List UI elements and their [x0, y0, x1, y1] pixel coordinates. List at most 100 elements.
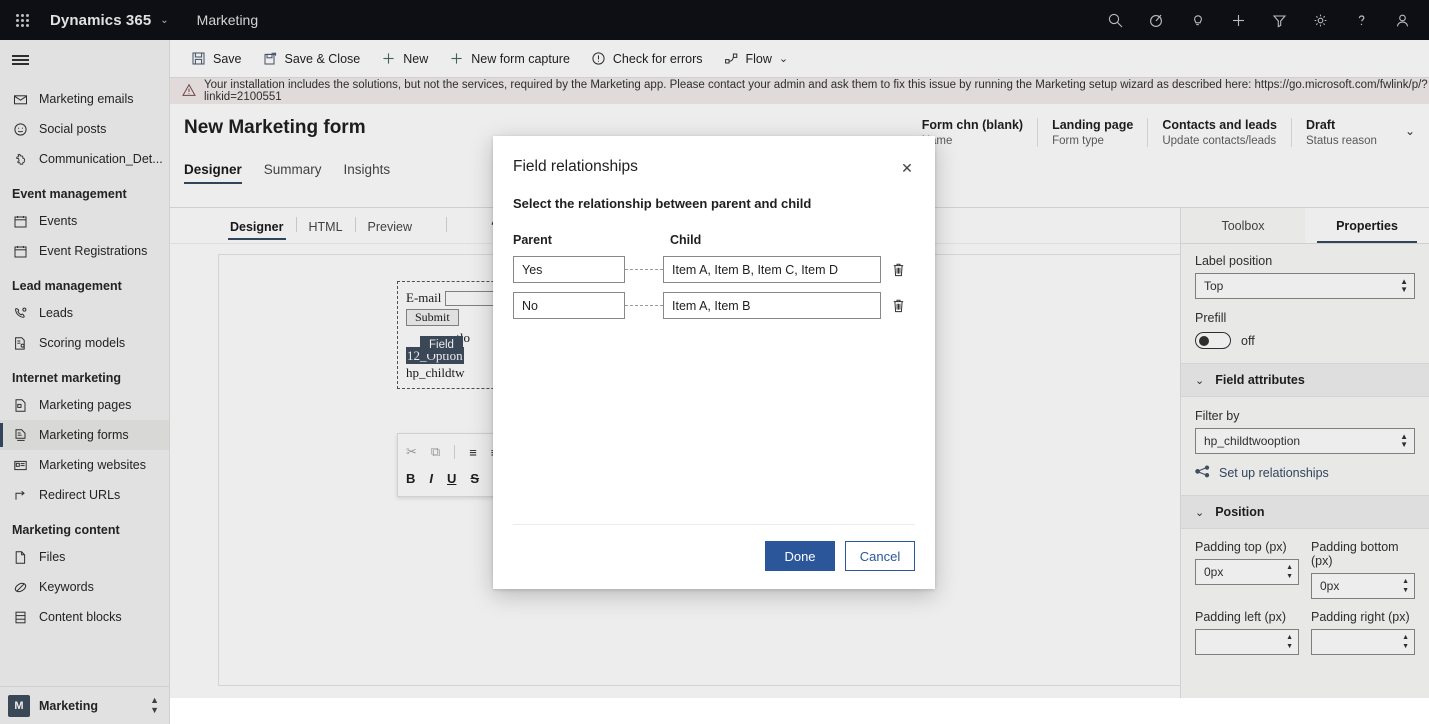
waffle-icon[interactable] [0, 0, 44, 40]
divider [295, 217, 297, 232]
trash-icon[interactable] [881, 262, 915, 278]
field-relationships-dialog[interactable]: Field relationships ✕ Select the relatio… [493, 136, 935, 589]
copy-icon[interactable]: ⧉ [431, 444, 440, 460]
dialog-body: Parent Child Yes Item A, Item B, Item C,… [493, 211, 935, 524]
warning-triangle-icon [182, 83, 196, 100]
gear-icon[interactable] [1300, 0, 1341, 40]
check-for-errors-button[interactable]: Check for errors [582, 44, 712, 74]
close-icon[interactable]: ✕ [893, 154, 921, 182]
parent-value-input[interactable]: No [513, 292, 625, 319]
trash-icon[interactable] [881, 298, 915, 314]
align-left-icon[interactable]: ≡ [469, 445, 477, 460]
area-switcher[interactable]: M Marketing ▲ ▼ [0, 686, 169, 724]
lightbulb-icon[interactable] [1177, 0, 1218, 40]
submit-button[interactable]: Submit [406, 309, 459, 326]
save-button[interactable]: Save [182, 44, 251, 74]
padding-bottom-value: 0px [1320, 579, 1340, 593]
plus-icon[interactable] [1218, 0, 1259, 40]
command-label: New form capture [471, 51, 570, 66]
cancel-button[interactable]: Cancel [845, 541, 915, 571]
page-title: New Marketing form [184, 117, 366, 138]
sidebar-item-communication-det[interactable]: Communication_Det... [0, 144, 169, 174]
spinner-icon[interactable]: ▲ ▼ [1400, 278, 1408, 294]
help-icon[interactable] [1341, 0, 1382, 40]
area-badge: M [8, 694, 30, 717]
sidebar-item-scoring-models[interactable]: Scoring models [0, 328, 169, 358]
cut-icon[interactable]: ✂ [406, 444, 417, 460]
italic-icon[interactable]: I [429, 471, 433, 486]
done-button[interactable]: Done [765, 541, 835, 571]
sidebar-item-marketing-websites[interactable]: Marketing websites [0, 450, 169, 480]
sidebar-item-leads[interactable]: Leads [0, 298, 169, 328]
plus-icon [381, 51, 396, 66]
search-icon[interactable] [1095, 0, 1136, 40]
designer-tab-designer[interactable]: Designer [220, 220, 294, 240]
sidebar-item-files[interactable]: Files [0, 542, 169, 572]
sidebar-item-marketing-pages[interactable]: Marketing pages [0, 390, 169, 420]
sidebar-item-content-blocks[interactable]: Content blocks [0, 602, 169, 632]
sidebar-item-social-posts[interactable]: Social posts [0, 114, 169, 144]
padding-top-value: 0px [1204, 565, 1224, 579]
flow-button[interactable]: Flow ⌄ [715, 44, 798, 74]
hamburger-icon[interactable] [0, 40, 169, 80]
stat-key: Name [921, 135, 953, 147]
prefill-toggle[interactable] [1195, 332, 1231, 349]
padding-top-input[interactable]: 0px ▲ ▼ [1195, 559, 1299, 585]
command-label: Save [213, 51, 242, 66]
label-position-select[interactable]: Top ▲ ▼ [1195, 273, 1415, 299]
padding-left-label: Padding left (px) [1195, 610, 1287, 624]
section-position[interactable]: ⌄ Position [1181, 495, 1429, 529]
tab-toolbox[interactable]: Toolbox [1181, 208, 1305, 243]
filter-icon[interactable] [1259, 0, 1300, 40]
designer-tab-preview[interactable]: Preview [358, 220, 422, 240]
new-form-capture-button[interactable]: New form capture [440, 44, 579, 74]
connector-line [625, 305, 663, 306]
padding-left-input[interactable]: ▲ ▼ [1195, 629, 1299, 655]
tab-designer[interactable]: Designer [184, 162, 242, 184]
parent-value-input[interactable]: Yes [513, 256, 625, 283]
sidebar-item-redirect-urls[interactable]: Redirect URLs [0, 480, 169, 510]
sidebar-item-keywords[interactable]: Keywords [0, 572, 169, 602]
user-icon[interactable] [1382, 0, 1423, 40]
padding-top-label: Padding top (px) [1195, 540, 1287, 554]
chevron-down-icon[interactable]: ⌄ [160, 15, 168, 26]
block-icon [12, 609, 28, 625]
tab-insights[interactable]: Insights [344, 162, 391, 184]
chevron-down-icon[interactable]: ⌄ [779, 52, 788, 65]
padding-bottom-input[interactable]: 0px ▲ ▼ [1311, 573, 1415, 599]
sidebar-item-events[interactable]: Events [0, 206, 169, 236]
assistant-icon[interactable] [1136, 0, 1177, 40]
bold-icon[interactable]: B [406, 471, 415, 486]
underline-icon[interactable]: U [447, 471, 456, 486]
chevron-down-icon[interactable]: ⌄ [1405, 118, 1415, 138]
prefill-label: Prefill [1195, 311, 1227, 325]
scorecard-icon [12, 335, 28, 351]
sidebar-item-marketing-forms[interactable]: Marketing forms [0, 420, 169, 450]
spinner-icon[interactable]: ▲ ▼ [1400, 433, 1408, 449]
stat-update-contacts-leads: Contacts and leads Update contacts/leads [1147, 118, 1291, 147]
stepper-icon[interactable]: ▲ ▼ [1286, 564, 1293, 580]
tab-properties[interactable]: Properties [1305, 208, 1429, 243]
child-value-input[interactable]: Item A, Item B [663, 292, 881, 319]
sidebar-item-event-registrations[interactable]: Event Registrations [0, 236, 169, 266]
section-field-attributes[interactable]: ⌄ Field attributes [1181, 363, 1429, 397]
up-down-chevron-icon[interactable]: ▲ ▼ [150, 695, 159, 715]
sidebar-item-marketing-emails[interactable]: Marketing emails [0, 84, 169, 114]
stepper-icon[interactable]: ▲ ▼ [1402, 578, 1409, 594]
sidebar-item-label: Event Registrations [39, 244, 148, 258]
designer-tab-html[interactable]: HTML [299, 220, 353, 240]
set-up-relationships-link[interactable]: Set up relationships [1195, 465, 1415, 481]
stepper-icon[interactable]: ▲ ▼ [1402, 634, 1409, 650]
tab-summary[interactable]: Summary [264, 162, 322, 184]
child-value-input[interactable]: Item A, Item B, Item C, Item D [663, 256, 881, 283]
save-and-close-button[interactable]: Save & Close [254, 44, 370, 74]
strikethrough-icon[interactable]: S [470, 471, 479, 486]
toggle-knob [1199, 336, 1209, 346]
suite-brand[interactable]: Dynamics 365 [50, 12, 151, 29]
filter-by-select[interactable]: hp_childtwooption ▲ ▼ [1195, 428, 1415, 454]
keyword-icon [12, 579, 28, 595]
warning-banner: Your installation includes the solutions… [170, 78, 1429, 104]
new-button[interactable]: New [372, 44, 437, 74]
padding-right-input[interactable]: ▲ ▼ [1311, 629, 1415, 655]
stepper-icon[interactable]: ▲ ▼ [1286, 634, 1293, 650]
